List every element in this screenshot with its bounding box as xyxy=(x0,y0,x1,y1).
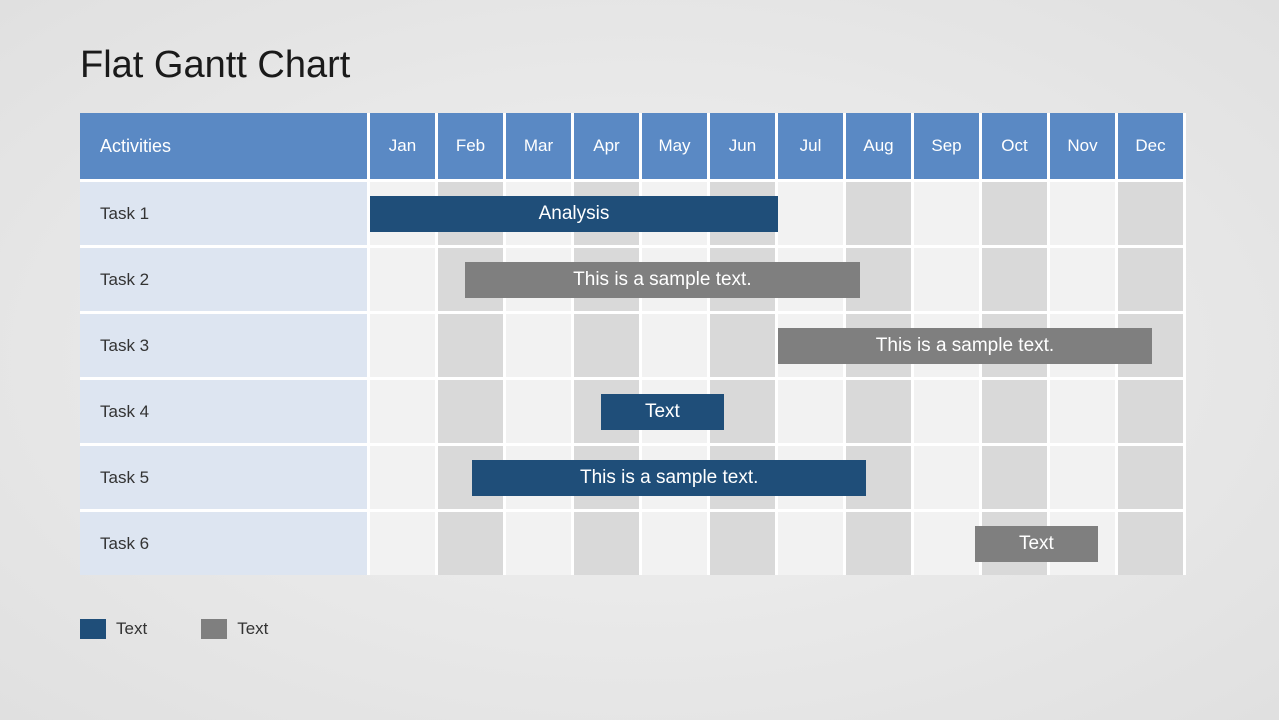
gantt-cell xyxy=(370,311,438,377)
gantt-cell xyxy=(506,377,574,443)
task-row-label: Task 2 xyxy=(80,245,370,311)
header-month: Mar xyxy=(506,113,574,179)
gantt-cell xyxy=(1050,377,1118,443)
header-month: Oct xyxy=(982,113,1050,179)
page-title: Flat Gantt Chart xyxy=(80,44,1199,87)
gantt-cell xyxy=(710,311,778,377)
gantt-cell xyxy=(438,311,506,377)
gantt-cell xyxy=(1050,179,1118,245)
legend-label: Text xyxy=(237,619,268,639)
header-month: May xyxy=(642,113,710,179)
gantt-cell xyxy=(846,179,914,245)
gantt-cell xyxy=(370,443,438,509)
header-month: Sep xyxy=(914,113,982,179)
task-row-label: Task 3 xyxy=(80,311,370,377)
gantt-cell xyxy=(710,509,778,575)
gantt-cell xyxy=(778,179,846,245)
gantt-bar[interactable]: This is a sample text. xyxy=(778,328,1152,364)
gantt-cell xyxy=(1050,443,1118,509)
gantt-cell xyxy=(642,311,710,377)
gantt-cell xyxy=(574,311,642,377)
header-month: Dec xyxy=(1118,113,1186,179)
task-row-label: Task 1 xyxy=(80,179,370,245)
gantt-cell xyxy=(846,377,914,443)
header-month: Jan xyxy=(370,113,438,179)
header-month: Feb xyxy=(438,113,506,179)
gantt-cell xyxy=(846,509,914,575)
gantt-cell xyxy=(1118,377,1186,443)
legend-swatch-gray xyxy=(201,619,227,639)
legend: Text Text xyxy=(80,619,1199,639)
gantt-cell xyxy=(914,245,982,311)
gantt-cell xyxy=(1118,443,1186,509)
gantt-bar[interactable]: This is a sample text. xyxy=(472,460,866,496)
gantt-cell xyxy=(370,509,438,575)
task-row-label: Task 6 xyxy=(80,509,370,575)
gantt-cell xyxy=(438,377,506,443)
gantt-cell xyxy=(982,179,1050,245)
gantt-bar[interactable]: This is a sample text. xyxy=(465,262,859,298)
gantt-cell xyxy=(778,377,846,443)
gantt-cell xyxy=(370,245,438,311)
header-month: Jun xyxy=(710,113,778,179)
gantt-cell xyxy=(370,377,438,443)
gantt-cell xyxy=(1118,245,1186,311)
header-month: Jul xyxy=(778,113,846,179)
gantt-cell xyxy=(778,509,846,575)
task-row-label: Task 5 xyxy=(80,443,370,509)
gantt-cell xyxy=(914,179,982,245)
gantt-cell xyxy=(1118,179,1186,245)
legend-item-blue: Text xyxy=(80,619,147,639)
gantt-bar[interactable]: Analysis xyxy=(370,196,778,232)
gantt-cell xyxy=(914,377,982,443)
gantt-cell xyxy=(438,509,506,575)
legend-swatch-blue xyxy=(80,619,106,639)
header-activities: Activities xyxy=(80,113,370,179)
header-month: Nov xyxy=(1050,113,1118,179)
gantt-cell xyxy=(574,509,642,575)
gantt-cell xyxy=(506,311,574,377)
gantt-bar[interactable]: Text xyxy=(975,526,1097,562)
gantt-bar[interactable]: Text xyxy=(601,394,723,430)
gantt-cell xyxy=(1050,245,1118,311)
gantt-cell xyxy=(642,509,710,575)
legend-item-gray: Text xyxy=(201,619,268,639)
gantt-cell xyxy=(982,443,1050,509)
gantt-cell xyxy=(982,377,1050,443)
gantt-cell xyxy=(914,443,982,509)
gantt-cell xyxy=(982,245,1050,311)
gantt-cell xyxy=(914,509,982,575)
task-row-label: Task 4 xyxy=(80,377,370,443)
gantt-cell xyxy=(1118,509,1186,575)
legend-label: Text xyxy=(116,619,147,639)
gantt-cell xyxy=(506,509,574,575)
header-month: Aug xyxy=(846,113,914,179)
header-month: Apr xyxy=(574,113,642,179)
gantt-chart: Activities JanFebMarAprMayJunJulAugSepOc… xyxy=(80,113,1199,575)
